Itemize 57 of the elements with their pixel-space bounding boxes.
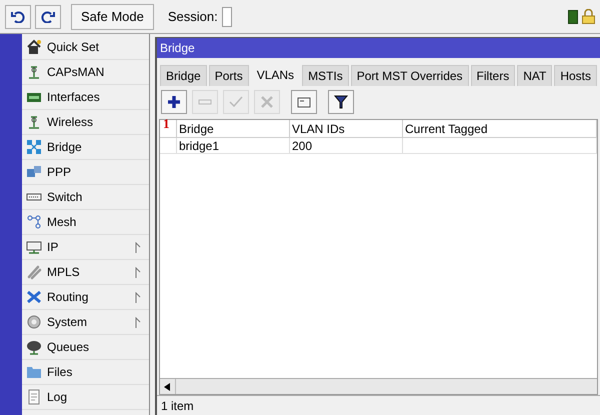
sidebar-item[interactable]: Bridge xyxy=(22,135,149,160)
tab[interactable]: Bridge xyxy=(160,65,207,86)
tab[interactable]: NAT xyxy=(517,65,552,86)
tab[interactable]: Hosts xyxy=(554,65,598,86)
sidebar-item[interactable]: CAPsMAN xyxy=(22,60,149,85)
status-text: 1 item xyxy=(157,395,600,415)
table-cell: 200 xyxy=(290,138,403,153)
comment-button[interactable] xyxy=(291,90,317,114)
session-field[interactable] xyxy=(222,6,232,26)
sidebar-item[interactable]: Queues xyxy=(22,335,149,360)
add-button[interactable] xyxy=(161,90,187,114)
sidebar-item[interactable]: Files xyxy=(22,360,149,385)
tab[interactable]: Ports xyxy=(208,65,249,86)
status-square-icon xyxy=(568,10,578,24)
column-header[interactable]: Current Tagged xyxy=(403,120,597,137)
check-icon xyxy=(228,94,244,110)
column-header[interactable]: Bridge xyxy=(177,120,290,137)
sidebar-item[interactable]: Switch xyxy=(22,185,149,210)
annotation-number: 1 xyxy=(163,117,170,130)
mesh-icon xyxy=(26,214,42,230)
sidebar-item[interactable]: Wireless xyxy=(22,110,149,135)
safe-mode-button[interactable]: Safe Mode xyxy=(71,4,154,30)
sidebar-item[interactable]: MPLS xyxy=(22,260,149,285)
left-arrow-icon[interactable] xyxy=(164,382,171,390)
sidebar-item[interactable]: Quick Set xyxy=(22,35,149,60)
sidebar-item[interactable]: PPP xyxy=(22,160,149,185)
table-row[interactable]: bridge1 200 xyxy=(160,138,597,154)
sidebar-item[interactable]: System xyxy=(22,310,149,335)
tab[interactable]: Filters xyxy=(470,65,516,86)
undo-button[interactable] xyxy=(5,4,31,28)
table-cell: bridge1 xyxy=(177,138,290,153)
antenna-icon xyxy=(26,64,42,80)
house-icon xyxy=(26,39,42,55)
document-icon xyxy=(26,389,42,405)
antenna-icon xyxy=(26,114,42,130)
tab[interactable]: MSTIs xyxy=(302,65,349,86)
sidebar-item[interactable]: IP xyxy=(22,235,149,260)
column-header[interactable]: VLAN IDs xyxy=(290,120,403,137)
lock-icon xyxy=(582,9,595,24)
monitor-icon xyxy=(26,239,42,255)
undo-icon xyxy=(11,10,25,22)
session-label: Session: xyxy=(168,8,218,26)
filter-icon xyxy=(333,94,349,110)
tab[interactable]: Port MST Overrides xyxy=(350,65,469,86)
cross-icon xyxy=(259,94,275,110)
sidebar-item[interactable]: Interfaces xyxy=(22,85,149,110)
window-title: Bridge xyxy=(157,38,600,58)
sidebar-item[interactable]: Mesh xyxy=(22,210,149,235)
redo-icon xyxy=(41,10,55,22)
plus-icon xyxy=(166,94,182,110)
redo-button[interactable] xyxy=(35,4,61,28)
horizontal-scrollbar[interactable] xyxy=(160,378,597,394)
sidebar-item[interactable]: Routing xyxy=(22,285,149,310)
sidebar-item[interactable]: Log xyxy=(22,385,149,410)
bridge-icon xyxy=(26,139,42,155)
filter-button[interactable] xyxy=(328,90,354,114)
folder-icon xyxy=(26,364,42,380)
